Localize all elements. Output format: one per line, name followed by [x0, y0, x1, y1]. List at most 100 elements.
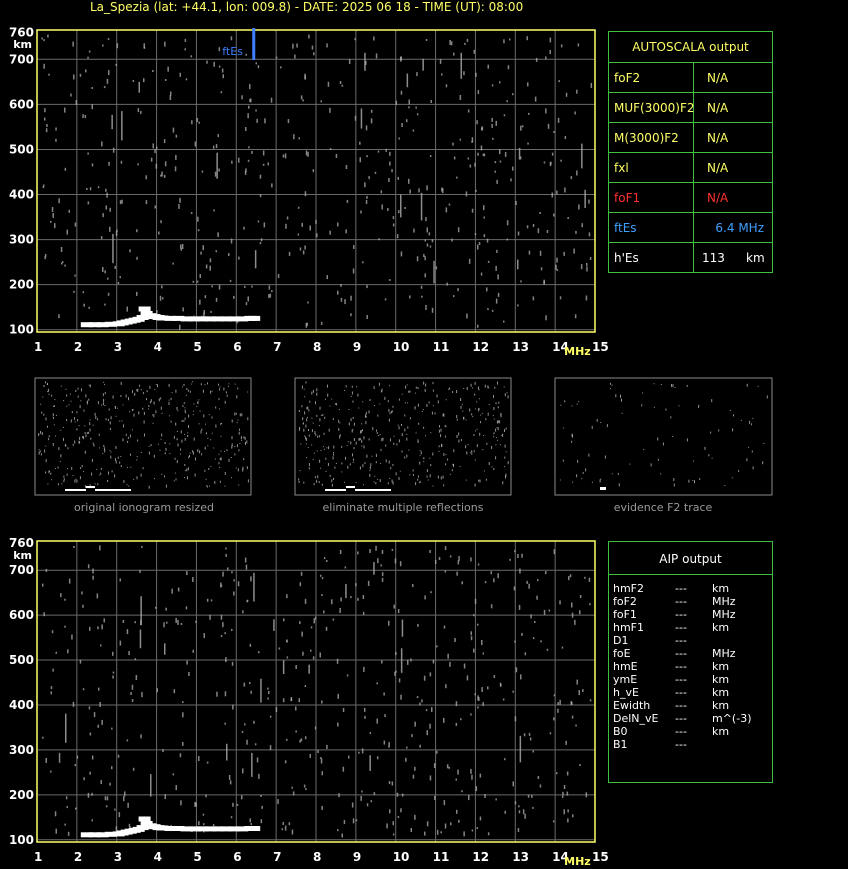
thumbnail-noise — [332, 456, 334, 460]
thumbnail-noise — [398, 477, 400, 480]
thumbnail-noise — [143, 411, 145, 415]
noise-dot — [329, 230, 331, 235]
noise-dot — [186, 660, 188, 665]
thumbnail-noise — [104, 449, 106, 453]
noise-dot — [203, 823, 205, 826]
thumbnail-noise — [44, 449, 46, 453]
thumbnail-noise — [660, 384, 662, 385]
aip-label: Ewidth — [613, 699, 651, 712]
thumbnail-noise — [361, 423, 363, 425]
noise-dot — [283, 618, 285, 622]
aip-unit: m^(-3) — [712, 712, 752, 725]
noise-dot — [85, 69, 87, 73]
thumbnail-noise — [85, 434, 87, 438]
noise-dot — [385, 148, 387, 152]
noise-dot — [449, 555, 452, 558]
thumbnail-noise — [320, 467, 322, 469]
noise-dot — [491, 84, 494, 87]
thumbnail-noise — [152, 422, 154, 424]
noise-dot — [270, 97, 273, 103]
noise-dot — [409, 295, 411, 299]
noise-streak — [584, 189, 586, 209]
thumbnail-noise — [61, 483, 63, 485]
noise-dot — [286, 216, 289, 220]
noise-dot — [114, 265, 116, 269]
noise-dot — [388, 742, 390, 747]
noise-dot — [197, 229, 200, 232]
thumbnail-noise — [211, 432, 213, 434]
noise-dot — [222, 74, 224, 79]
noise-dot — [562, 791, 564, 796]
noise-dot — [224, 691, 227, 697]
noise-dot — [320, 100, 322, 103]
noise-dot — [380, 564, 382, 567]
noise-dot — [134, 621, 136, 624]
noise-dot — [424, 256, 426, 261]
thumbnail-noise — [148, 405, 150, 407]
noise-dot — [579, 764, 581, 767]
noise-dot — [323, 610, 325, 614]
noise-dot — [477, 90, 480, 95]
noise-dot — [188, 672, 190, 676]
noise-dot — [573, 248, 575, 254]
noise-dot — [89, 626, 91, 631]
noise-dot — [260, 238, 263, 242]
noise-dot — [302, 651, 304, 656]
thumbnail-noise — [345, 456, 346, 460]
thumbnail-noise — [453, 449, 455, 453]
noise-dot — [45, 758, 47, 763]
noise-dot — [249, 818, 251, 823]
noise-dot — [297, 233, 300, 236]
thumbnail-noise — [748, 446, 750, 448]
noise-dot — [180, 800, 182, 806]
thumbnail-noise — [52, 443, 54, 446]
thumbnail-noise — [183, 402, 185, 404]
thumbnail-noise — [67, 447, 69, 450]
noise-dot — [307, 151, 309, 157]
noise-dot — [477, 706, 479, 709]
noise-dot — [316, 233, 318, 238]
thumbnail-noise — [198, 423, 200, 425]
noise-dot — [169, 95, 172, 100]
thumbnail-noise — [327, 393, 329, 397]
noise-dot — [553, 213, 555, 217]
thumbnail-noise — [76, 428, 78, 431]
thumbnail-noise — [97, 483, 99, 486]
aip-row: hmE --- km — [613, 660, 768, 673]
noise-dot — [314, 726, 317, 730]
noise-dot — [210, 310, 212, 313]
noise-dot — [221, 68, 224, 73]
noise-dot — [512, 93, 514, 96]
thumbnail-noise — [205, 432, 207, 435]
noise-dot — [528, 112, 530, 115]
noise-dot — [443, 800, 446, 806]
thumbnail-noise — [629, 463, 631, 465]
noise-dot — [50, 770, 52, 773]
noise-dot — [126, 629, 129, 635]
thumbnail-noise — [211, 416, 213, 419]
thumbnail-noise — [352, 461, 354, 463]
thumbnail-noise — [215, 424, 217, 428]
noise-dot — [112, 671, 115, 674]
thumbnail-noise — [708, 454, 710, 457]
noise-dot — [400, 808, 402, 813]
thumbnail-noise — [39, 450, 41, 453]
noise-dot — [471, 208, 474, 213]
thumbnail-noise — [341, 471, 343, 473]
thumbnail-noise — [105, 418, 107, 421]
thumbnail-noise — [463, 416, 465, 419]
noise-dot — [224, 632, 226, 635]
thumbnail-noise — [215, 406, 217, 409]
aip-value: --- — [675, 647, 687, 660]
thumbnail-noise — [438, 445, 440, 448]
thumbnail-noise — [89, 428, 91, 432]
noise-streak — [519, 735, 522, 763]
thumbnail-noise — [207, 437, 209, 439]
thumbnail-noise — [129, 411, 130, 413]
noise-dot — [217, 134, 219, 138]
noise-dot — [490, 604, 493, 609]
noise-dot — [162, 297, 164, 300]
thumbnail-noise — [309, 400, 311, 403]
x-tick-label: 6 — [233, 850, 241, 864]
noise-dot — [165, 607, 167, 611]
